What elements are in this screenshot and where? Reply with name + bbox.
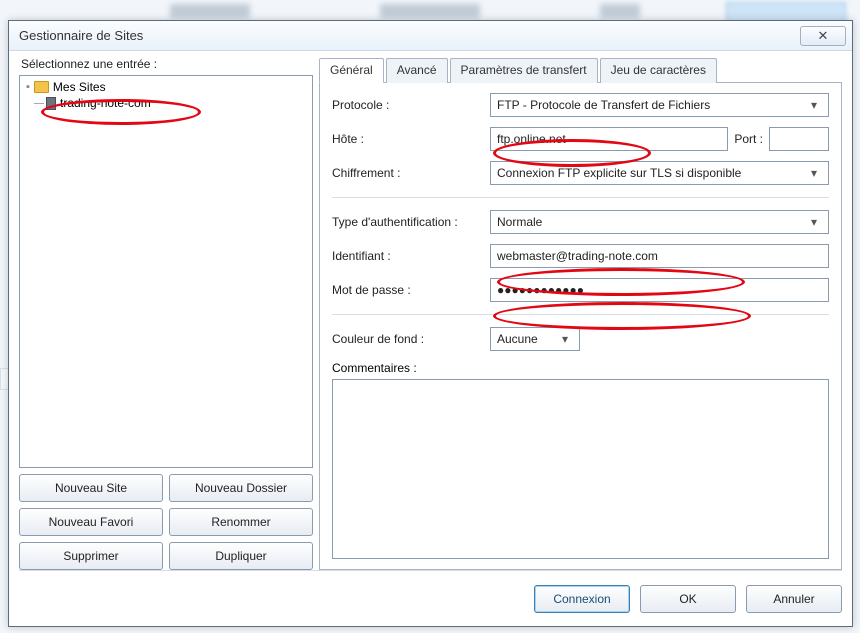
close-button[interactable]: ✕: [800, 26, 846, 46]
duplicate-button[interactable]: Dupliquer: [169, 542, 313, 570]
bgcolor-value: Aucune: [497, 332, 538, 346]
host-label: Hôte :: [332, 132, 490, 146]
tab-advanced[interactable]: Avancé: [386, 58, 448, 83]
chevron-down-icon: ▾: [806, 211, 822, 233]
new-bookmark-button[interactable]: Nouveau Favori: [19, 508, 163, 536]
ok-button[interactable]: OK: [640, 585, 736, 613]
new-site-button[interactable]: Nouveau Site: [19, 474, 163, 502]
divider: [332, 314, 829, 315]
tab-transfer[interactable]: Paramètres de transfert: [450, 58, 598, 83]
site-tree[interactable]: ▪ Mes Sites trading-note-com: [19, 75, 313, 468]
tree-item-site[interactable]: trading-note-com: [46, 96, 306, 110]
delete-button[interactable]: Supprimer: [19, 542, 163, 570]
encryption-value: Connexion FTP explicite sur TLS si dispo…: [497, 166, 741, 180]
new-folder-button[interactable]: Nouveau Dossier: [169, 474, 313, 502]
folder-icon: [34, 81, 49, 93]
comments-textarea[interactable]: [332, 379, 829, 559]
chevron-down-icon: ▾: [557, 328, 573, 350]
comments-label: Commentaires :: [332, 361, 829, 375]
tree-root[interactable]: ▪ Mes Sites: [26, 80, 306, 94]
auth-label: Type d'authentification :: [332, 215, 490, 229]
chevron-down-icon: ▾: [806, 162, 822, 184]
tabs: Général Avancé Paramètres de transfert J…: [319, 57, 842, 83]
tab-general[interactable]: Général: [319, 58, 384, 83]
divider: [332, 197, 829, 198]
site-manager-dialog: Gestionnaire de Sites ✕ Sélectionnez une…: [8, 20, 853, 627]
cancel-button[interactable]: Annuler: [746, 585, 842, 613]
select-entry-label: Sélectionnez une entrée :: [21, 57, 313, 71]
window-title: Gestionnaire de Sites: [19, 28, 800, 43]
bgcolor-combo[interactable]: Aucune ▾: [490, 327, 580, 351]
tree-root-label: Mes Sites: [53, 80, 106, 94]
port-label: Port :: [734, 132, 763, 146]
auth-value: Normale: [497, 215, 542, 229]
user-input[interactable]: [490, 244, 829, 268]
encryption-label: Chiffrement :: [332, 166, 490, 180]
password-input[interactable]: [490, 278, 829, 302]
rename-button[interactable]: Renommer: [169, 508, 313, 536]
server-icon: [46, 97, 56, 110]
titlebar: Gestionnaire de Sites ✕: [9, 21, 852, 51]
tab-charset[interactable]: Jeu de caractères: [600, 58, 717, 83]
password-label: Mot de passe :: [332, 283, 490, 297]
host-input[interactable]: [490, 127, 728, 151]
collapse-icon[interactable]: ▪: [26, 81, 30, 93]
bgcolor-label: Couleur de fond :: [332, 332, 490, 346]
close-icon: ✕: [818, 28, 829, 44]
dialog-footer: Connexion OK Annuler: [19, 570, 842, 616]
connect-button[interactable]: Connexion: [534, 585, 630, 613]
protocol-combo[interactable]: FTP - Protocole de Transfert de Fichiers…: [490, 93, 829, 117]
encryption-combo[interactable]: Connexion FTP explicite sur TLS si dispo…: [490, 161, 829, 185]
port-input[interactable]: [769, 127, 829, 151]
protocol-label: Protocole :: [332, 98, 490, 112]
auth-combo[interactable]: Normale ▾: [490, 210, 829, 234]
general-panel: Protocole : FTP - Protocole de Transfert…: [319, 83, 842, 570]
user-label: Identifiant :: [332, 249, 490, 263]
tree-item-label: trading-note-com: [60, 96, 151, 110]
protocol-value: FTP - Protocole de Transfert de Fichiers: [497, 98, 710, 112]
chevron-down-icon: ▾: [806, 94, 822, 116]
